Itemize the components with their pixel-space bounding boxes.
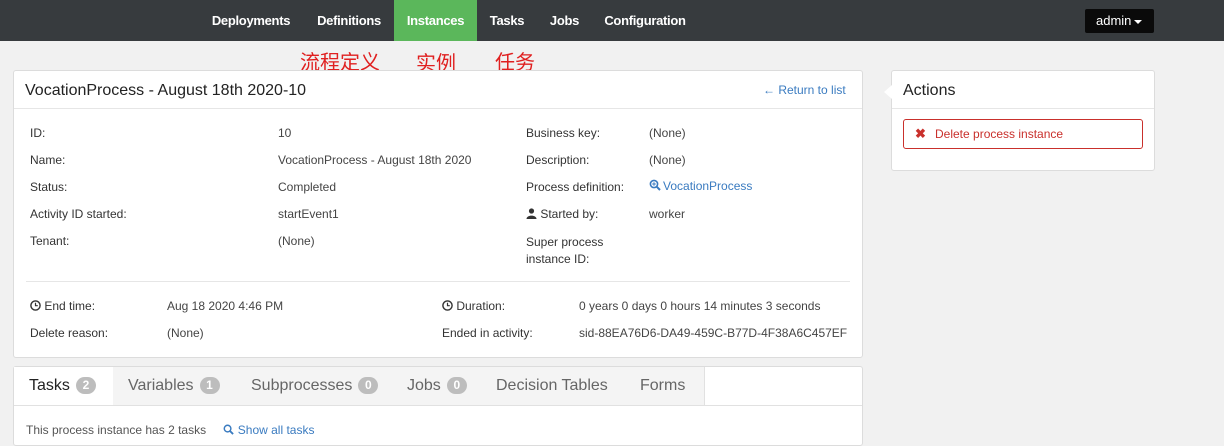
- duration-label-wrap: Duration:: [442, 299, 505, 313]
- divider: [892, 108, 1154, 109]
- nav-jobs[interactable]: Jobs: [537, 0, 592, 41]
- ended-activity-value: sid-88EA76D6-DA49-459C-B77D-4F38A6C457EF: [579, 326, 848, 340]
- delete-reason-label: Delete reason:: [30, 326, 109, 340]
- top-navbar: Deployments Definitions Instances Tasks …: [0, 0, 1224, 41]
- tab-forms[interactable]: Forms: [625, 367, 705, 405]
- activity-id-value: startEvent1: [278, 207, 339, 221]
- delete-button-label: Delete process instance: [935, 127, 1064, 141]
- duration-value: 0 years 0 days 0 hours 14 minutes 3 seco…: [579, 299, 821, 313]
- nav-configuration[interactable]: Configuration: [592, 0, 698, 41]
- delete-process-instance-button[interactable]: ✖ Delete process instance: [903, 119, 1143, 149]
- process-definition-value: VocationProcess: [663, 179, 753, 193]
- divider: [26, 281, 850, 282]
- user-menu-button[interactable]: admin: [1085, 9, 1154, 33]
- tab-bar: Tasks 2 Variables 1 Subprocesses 0 Jobs 0 De…: [14, 367, 862, 406]
- id-value: 10: [278, 126, 292, 140]
- end-time-label: End time:: [44, 299, 96, 313]
- tasks-summary: This process instance has 2 tasks: [26, 423, 207, 437]
- divider: [14, 108, 862, 109]
- page-title: VocationProcess - August 18th 2020-10: [25, 82, 307, 99]
- tabs-panel: Tasks 2 Variables 1 Subprocesses 0 Jobs 0 De…: [13, 366, 863, 446]
- user-menu-label: admin: [1096, 13, 1132, 28]
- count-badge: 0: [446, 377, 467, 394]
- business-key-value: (None): [649, 126, 686, 140]
- ended-activity-label: Ended in activity:: [442, 326, 533, 340]
- started-by-value: worker: [649, 207, 686, 221]
- tab-variables[interactable]: Variables 1: [113, 367, 237, 405]
- show-all-tasks-link[interactable]: Show all tasks: [223, 423, 314, 437]
- actions-title: Actions: [903, 82, 956, 99]
- clock-icon: [442, 300, 453, 311]
- business-key-label: Business key:: [526, 126, 601, 140]
- panel-notch: [884, 85, 892, 99]
- count-badge: 2: [75, 377, 96, 394]
- user-icon: [526, 208, 537, 219]
- id-label: ID:: [30, 126, 46, 140]
- zoom-icon: [649, 179, 661, 191]
- status-label: Status:: [30, 180, 68, 194]
- caret-down-icon: [1134, 19, 1143, 24]
- duration-label: Duration:: [456, 299, 506, 313]
- instance-details-panel: VocationProcess - August 18th 2020-10 ← …: [13, 70, 863, 358]
- activity-id-label: Activity ID started:: [30, 207, 127, 221]
- clock-icon: [30, 300, 41, 311]
- started-by-label-wrap: Started by:: [526, 207, 598, 221]
- return-to-list-link[interactable]: ← Return to list: [763, 83, 846, 97]
- status-value: Completed: [278, 180, 337, 194]
- close-icon: ✖: [915, 126, 926, 141]
- tab-label: Subprocesses: [251, 377, 353, 394]
- tenant-value: (None): [278, 234, 315, 248]
- nav-deployments[interactable]: Deployments: [198, 0, 304, 41]
- process-definition-label: Process definition:: [526, 180, 625, 194]
- description-value: (None): [649, 153, 686, 167]
- started-by-label: Started by:: [540, 207, 599, 221]
- count-badge: 1: [199, 377, 220, 394]
- description-label: Description:: [526, 153, 590, 167]
- show-all-tasks-label: Show all tasks: [237, 423, 315, 437]
- tab-decision-tables[interactable]: Decision Tables: [481, 367, 626, 405]
- name-label: Name:: [30, 153, 66, 167]
- tab-label: Variables: [128, 377, 194, 394]
- tab-tasks[interactable]: Tasks 2: [14, 367, 114, 405]
- delete-reason-value: (None): [167, 326, 204, 340]
- nav-instances[interactable]: Instances: [394, 0, 477, 41]
- end-time-value: Aug 18 2020 4:46 PM: [167, 299, 284, 313]
- end-time-label-wrap: End time:: [30, 299, 95, 313]
- count-badge: 0: [358, 377, 379, 394]
- tab-jobs[interactable]: Jobs 0: [392, 367, 482, 405]
- tab-subprocesses[interactable]: Subprocesses 0: [236, 367, 393, 405]
- process-definition-link[interactable]: VocationProcess: [649, 179, 752, 193]
- nav-tasks[interactable]: Tasks: [477, 0, 537, 41]
- tenant-label: Tenant:: [30, 234, 70, 248]
- tab-content: This process instance has 2 tasks Show a…: [26, 423, 314, 437]
- tab-label: Jobs: [407, 377, 441, 394]
- tab-label: Tasks: [29, 377, 70, 394]
- zoom-icon: [223, 424, 235, 435]
- name-value: VocationProcess - August 18th 2020: [278, 153, 472, 167]
- super-process-label: Super process instance ID:: [526, 235, 604, 266]
- actions-panel: Actions ✖ Delete process instance: [884, 70, 1155, 171]
- tab-label: Forms: [640, 377, 686, 394]
- tab-label: Decision Tables: [496, 377, 608, 394]
- nav-definitions[interactable]: Definitions: [304, 0, 394, 41]
